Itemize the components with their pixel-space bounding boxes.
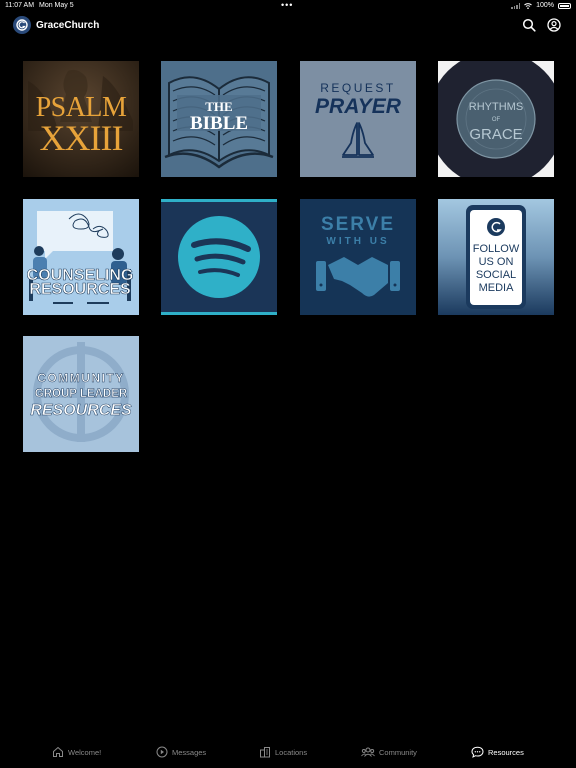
of-label: OF xyxy=(492,117,501,123)
people-icon xyxy=(361,747,375,757)
follow-label: FOLLOW xyxy=(473,243,520,255)
tab-community[interactable]: Community xyxy=(361,746,417,758)
status-indicators: 100% xyxy=(511,2,571,9)
prayer-title: PRAYER xyxy=(315,95,402,118)
grace-logo-icon xyxy=(487,218,505,236)
tab-resources-label: Resources xyxy=(488,747,524,757)
tab-bar: Welcome! Messages Locations Community Re… xyxy=(0,740,576,768)
status-time: 11:07 AM xyxy=(5,2,35,9)
counseling-resources-tile[interactable]: COUNSELING RESOURCES xyxy=(23,199,139,315)
spotify-logo-icon xyxy=(178,216,260,298)
counseling-resources-label: RESOURCES xyxy=(29,281,131,298)
spotify-tile[interactable] xyxy=(161,199,277,315)
tab-welcome-label: Welcome! xyxy=(68,747,102,757)
tab-welcome[interactable]: Welcome! xyxy=(52,746,101,758)
building-icon xyxy=(260,747,270,758)
search-icon[interactable] xyxy=(522,18,536,32)
app-title: GraceChurch xyxy=(36,20,100,31)
status-bar: 11:07 AM Mon May 5 ••• 100% xyxy=(0,0,576,12)
with-us-label: WITH US xyxy=(326,236,389,247)
profile-icon[interactable] xyxy=(547,18,561,32)
tab-locations[interactable]: Locations xyxy=(259,746,307,758)
play-circle-icon xyxy=(156,746,168,758)
home-icon xyxy=(53,746,63,757)
community-label: COMMUNITY xyxy=(37,371,125,385)
tab-messages[interactable]: Messages xyxy=(156,746,206,758)
group-leader-label: GROUP LEADER xyxy=(35,388,128,400)
community-group-leader-resources-tile[interactable]: COMMUNITY GROUP LEADER RESOURCES xyxy=(23,336,139,452)
tab-locations-label: Locations xyxy=(275,747,308,757)
resources-label: RESOURCES xyxy=(30,402,132,419)
chat-bubble-icon xyxy=(471,746,484,758)
the-bible-tile[interactable]: THE BIBLE xyxy=(161,61,277,177)
social-label: SOCIAL xyxy=(476,269,516,281)
bible-the-label: THE xyxy=(205,99,232,114)
us-on-label: US ON xyxy=(479,256,514,268)
psalm-23-tile[interactable]: PSALM XXIII xyxy=(23,61,139,177)
wifi-icon xyxy=(524,2,532,9)
request-prayer-tile[interactable]: REQUEST PRAYER xyxy=(300,61,416,177)
serve-title: SERVE xyxy=(321,214,395,235)
tab-community-label: Community xyxy=(379,747,417,757)
battery-icon xyxy=(558,2,571,9)
status-date: Mon May 5 xyxy=(39,2,74,9)
tab-resources[interactable]: Resources xyxy=(471,746,524,758)
grace-label: GRACE xyxy=(469,126,522,143)
serve-with-us-tile[interactable]: SERVE WITH US xyxy=(300,199,416,315)
battery-percent: 100% xyxy=(536,2,554,9)
rhythms-label: RHYTHMS xyxy=(469,101,523,113)
tab-messages-label: Messages xyxy=(172,747,207,757)
bible-title: BIBLE xyxy=(190,113,248,134)
psalm-number: XXIII xyxy=(40,118,123,158)
media-label: MEDIA xyxy=(479,282,515,294)
follow-us-tile[interactable]: FOLLOW US ON SOCIAL MEDIA xyxy=(438,199,554,315)
cellular-signal-icon xyxy=(511,2,521,9)
church-logo-icon[interactable] xyxy=(13,16,31,34)
request-label: REQUEST xyxy=(320,81,396,95)
rhythms-of-grace-tile[interactable]: RHYTHMS OF GRACE xyxy=(438,61,554,177)
app-header: GraceChurch xyxy=(0,14,576,38)
multitasking-dots-icon[interactable]: ••• xyxy=(281,0,293,10)
